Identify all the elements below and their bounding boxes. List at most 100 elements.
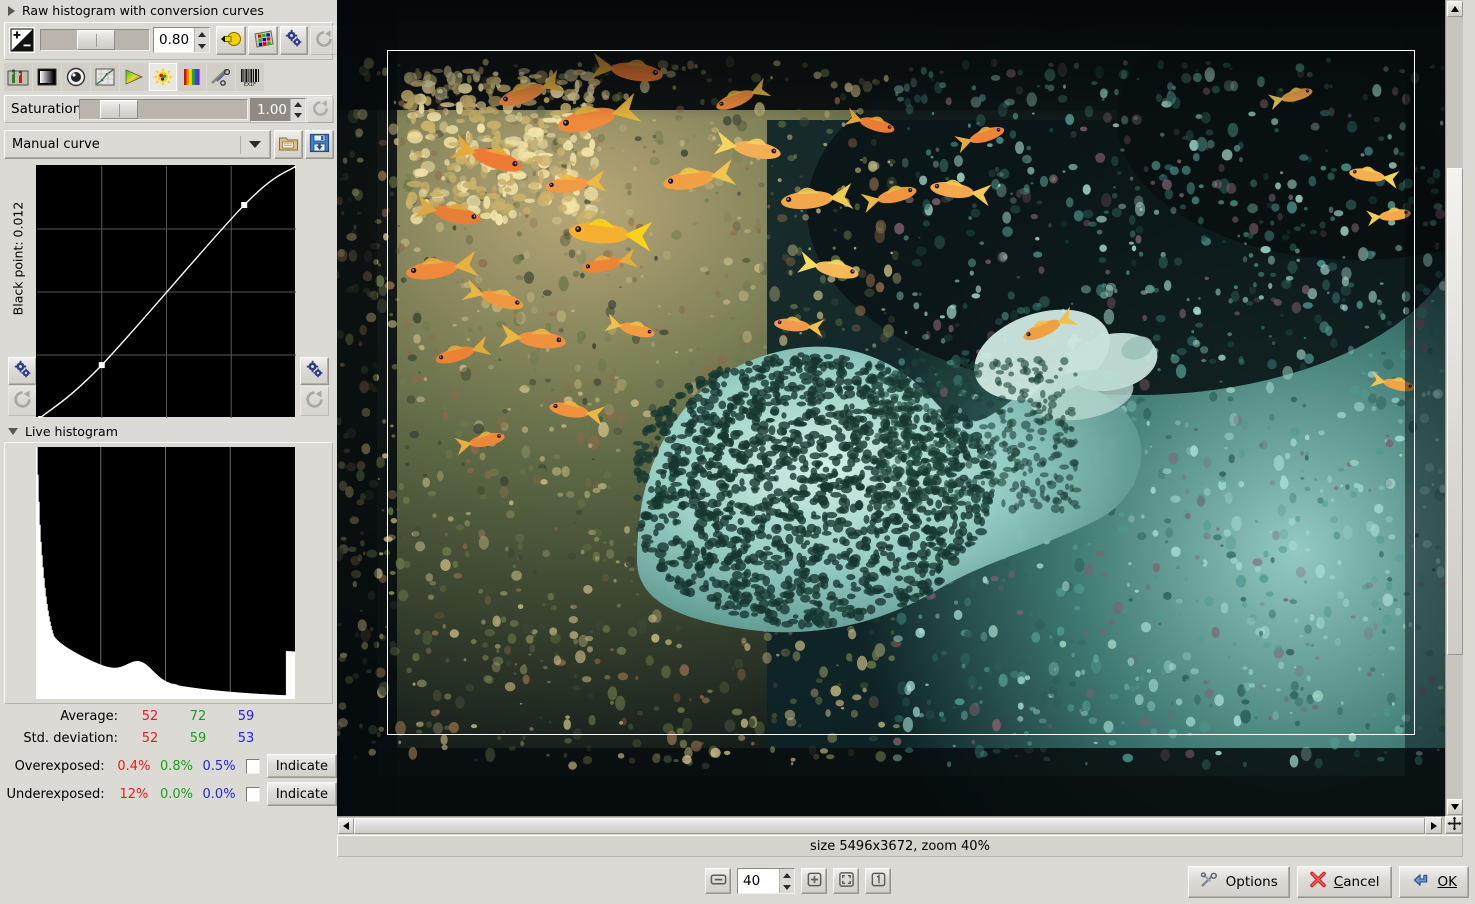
std-deviation-green: 59 (189, 730, 207, 746)
raw-histogram-expander[interactable]: Raw histogram with conversion curves (2, 3, 264, 18)
vertical-scroll-thumb[interactable] (1447, 168, 1463, 655)
exposure-spin-down[interactable] (195, 40, 209, 52)
image-canvas[interactable] (337, 0, 1445, 816)
overexposed-indicate-button[interactable]: Indicate (266, 754, 337, 778)
svg-text:EXIF: EXIF (244, 82, 256, 87)
curve-left-options-button[interactable] (8, 357, 37, 385)
scroll-up-button[interactable] (1447, 1, 1463, 17)
combo-separator (240, 135, 241, 154)
tab-crop-rotate[interactable] (207, 63, 235, 91)
ok-button-label: OK (1437, 874, 1457, 890)
auto-exposure-button[interactable] (216, 26, 246, 55)
underexposed-checkbox[interactable] (246, 786, 260, 802)
image-preview-area: size 5496x3672, zoom 40% 40 Options Canc… (337, 0, 1475, 904)
overexposed-checkbox[interactable] (246, 758, 260, 774)
underexposed-label: Underexposed: (6, 786, 105, 802)
save-curve-button[interactable] (305, 130, 334, 159)
gears-icon (284, 29, 304, 52)
saturation-slider-thumb[interactable] (100, 100, 138, 119)
tab-white-balance[interactable] (4, 63, 32, 91)
tab-corrections[interactable] (149, 63, 177, 91)
options-button[interactable]: Options (1187, 866, 1290, 898)
exposure-slider-thumb[interactable] (77, 30, 115, 50)
horizontal-scroll-thumb[interactable] (354, 818, 1425, 834)
exposure-spin-up[interactable] (195, 28, 209, 40)
chevron-right-icon (8, 5, 15, 16)
tab-color-management[interactable] (120, 63, 148, 91)
curve-right-reset-button[interactable] (300, 386, 329, 416)
saturation-spin-down[interactable] (291, 110, 305, 121)
zoom-controls: 40 (705, 868, 891, 894)
one-to-one-zoom-button[interactable] (865, 868, 891, 894)
restore-highlights-button[interactable] (248, 26, 278, 55)
cancel-button[interactable]: Cancel (1296, 866, 1392, 898)
options-button-label: Options (1225, 874, 1278, 890)
tab-grayscale[interactable] (33, 63, 61, 91)
saturation-label: Saturation (11, 101, 82, 117)
scroll-left-button[interactable] (338, 818, 354, 834)
zoom-spin-arrows[interactable] (779, 869, 794, 893)
average-label: Average: (60, 708, 118, 724)
reset-arrow-icon (311, 99, 330, 121)
gears-icon (13, 360, 33, 383)
zoom-spin-down[interactable] (780, 881, 794, 893)
scroll-down-button[interactable] (1447, 799, 1463, 815)
conversion-curve-plot[interactable] (36, 164, 298, 420)
zoom-spin-up[interactable] (780, 869, 794, 881)
chevron-down-icon (8, 428, 18, 435)
gears-icon (305, 360, 325, 383)
zoom-out-button[interactable] (705, 868, 731, 894)
horizontal-scrollbar[interactable] (337, 816, 1445, 834)
zoom-value[interactable]: 40 (738, 869, 779, 893)
ok-button[interactable]: OK (1398, 866, 1469, 898)
stat-row-underexposed: Underexposed: 12% 0.0% 0.0% Indicate (0, 780, 337, 808)
saturation-value[interactable]: 1.00 (251, 99, 290, 121)
saturation-reset-button[interactable] (307, 97, 334, 123)
tab-lightness-adjustments[interactable] (178, 63, 206, 91)
zoom-in-button[interactable] (801, 868, 827, 894)
overexposed-red: 0.4% (117, 758, 151, 774)
fit-to-window-button[interactable] (833, 868, 859, 894)
exposure-reset-button[interactable] (310, 26, 338, 55)
pan-tool-button[interactable] (1445, 816, 1463, 834)
exposure-icon (8, 26, 36, 54)
underexposed-indicate-button[interactable]: Indicate (266, 782, 337, 806)
exposure-options-button[interactable] (280, 26, 308, 55)
saturation-slider[interactable] (79, 99, 248, 120)
average-green: 72 (189, 708, 207, 724)
tab-base-curve[interactable] (91, 63, 119, 91)
preview-photo[interactable] (337, 0, 1445, 816)
std-deviation-blue: 53 (237, 730, 255, 746)
reset-arrow-icon (304, 389, 325, 413)
curve-preset-combo[interactable]: Manual curve (4, 130, 271, 159)
tab-denoise[interactable] (62, 63, 90, 91)
exposure-value[interactable]: 0.80 (154, 28, 194, 52)
saturation-spin-arrows[interactable] (290, 99, 305, 121)
exposure-spinbox[interactable]: 0.80 (153, 27, 210, 53)
saturation-spinbox[interactable]: 1.00 (250, 98, 306, 122)
color-grid-icon (253, 29, 274, 52)
vertical-scrollbar[interactable] (1445, 0, 1463, 816)
load-curve-button[interactable] (274, 130, 303, 159)
live-histogram-expander-label: Live histogram (25, 424, 118, 439)
save-disk-icon (309, 133, 330, 156)
curve-left-reset-button[interactable] (8, 386, 37, 416)
zoom-spinbox[interactable]: 40 (737, 868, 795, 894)
saturation-spin-up[interactable] (291, 99, 305, 110)
live-histogram-expander[interactable]: Live histogram (2, 424, 118, 439)
curve-preset-value: Manual curve (12, 137, 100, 152)
reset-arrow-icon (12, 389, 33, 413)
curve-right-options-button[interactable] (300, 357, 329, 385)
tab-exif[interactable]: EXIF (236, 63, 264, 91)
black-point-label: Black point: 0.012 (10, 201, 26, 315)
cancel-button-label: Cancel (1333, 874, 1380, 890)
overexposed-green: 0.8% (159, 758, 193, 774)
exposure-slider[interactable] (40, 29, 150, 51)
folder-open-icon (278, 134, 299, 156)
exposure-spin-arrows[interactable] (194, 28, 209, 52)
underexposed-blue: 0.0% (202, 786, 236, 802)
stat-row-average: Average: 52 72 59 (0, 705, 337, 727)
plus-box-icon (806, 871, 823, 891)
one-hundred-percent-icon (870, 871, 887, 891)
scroll-right-button[interactable] (1425, 817, 1442, 834)
